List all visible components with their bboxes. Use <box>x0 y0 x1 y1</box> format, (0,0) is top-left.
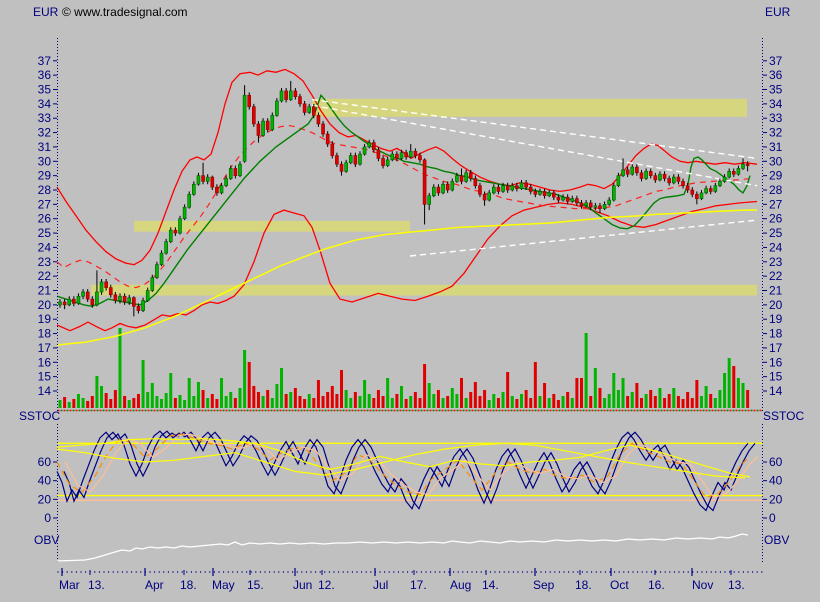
svg-text:33: 33 <box>38 111 52 125</box>
svg-text:22: 22 <box>769 269 783 283</box>
svg-text:21: 21 <box>769 283 783 297</box>
svg-text:12.: 12. <box>318 578 335 592</box>
svg-text:35: 35 <box>769 83 783 97</box>
svg-text:20: 20 <box>38 298 52 312</box>
svg-text:30: 30 <box>38 154 52 168</box>
svg-text:33: 33 <box>769 111 783 125</box>
svg-text:18: 18 <box>769 327 783 341</box>
svg-text:19: 19 <box>38 312 52 326</box>
svg-text:Jun: Jun <box>293 578 312 592</box>
svg-text:Oct: Oct <box>610 578 629 592</box>
svg-text:21: 21 <box>38 283 52 297</box>
svg-text:20: 20 <box>769 298 783 312</box>
svg-text:Mar: Mar <box>59 578 80 592</box>
svg-text:40: 40 <box>769 474 783 488</box>
obv-panel <box>57 534 748 561</box>
svg-text:26: 26 <box>769 212 783 226</box>
svg-text:Nov: Nov <box>692 578 713 592</box>
svg-text:26: 26 <box>38 212 52 226</box>
svg-text:18.: 18. <box>575 578 592 592</box>
svg-text:27: 27 <box>769 197 783 211</box>
svg-text:31: 31 <box>38 140 52 154</box>
svg-text:32: 32 <box>769 126 783 140</box>
svg-text:17.: 17. <box>410 578 427 592</box>
svg-text:37: 37 <box>38 54 52 68</box>
svg-text:18.: 18. <box>180 578 197 592</box>
svg-text:60: 60 <box>38 455 52 469</box>
svg-text:34: 34 <box>769 97 783 111</box>
svg-text:36: 36 <box>38 68 52 82</box>
svg-text:18: 18 <box>38 327 52 341</box>
svg-text:16.: 16. <box>648 578 665 592</box>
svg-text:29: 29 <box>38 169 52 183</box>
stochastic-panel: 0 0 20 20 40 40 60 60 <box>38 431 783 525</box>
svg-text:15: 15 <box>38 370 52 384</box>
svg-text:40: 40 <box>38 474 52 488</box>
svg-text:19: 19 <box>769 312 783 326</box>
svg-text:17: 17 <box>38 341 52 355</box>
svg-text:36: 36 <box>769 68 783 82</box>
svg-text:37: 37 <box>769 54 783 68</box>
svg-text:29: 29 <box>769 169 783 183</box>
volume-bars <box>59 328 750 408</box>
svg-text:16: 16 <box>38 355 52 369</box>
time-axis: Mar 13. Apr 18. May 15. Jun 12. Jul 17. Aug 14. Sep 1… <box>58 568 763 592</box>
svg-text:34: 34 <box>38 97 52 111</box>
svg-text:28: 28 <box>769 183 783 197</box>
svg-text:13.: 13. <box>728 578 745 592</box>
svg-text:32: 32 <box>38 126 52 140</box>
svg-text:0: 0 <box>769 511 776 525</box>
svg-text:35: 35 <box>38 83 52 97</box>
svg-text:25: 25 <box>769 226 783 240</box>
svg-text:23: 23 <box>38 255 52 269</box>
svg-text:30: 30 <box>769 154 783 168</box>
svg-text:May: May <box>212 578 235 592</box>
svg-text:60: 60 <box>769 455 783 469</box>
svg-text:Apr: Apr <box>145 578 164 592</box>
svg-text:24: 24 <box>38 240 52 254</box>
white-trendlines <box>312 100 757 256</box>
svg-text:16: 16 <box>769 355 783 369</box>
svg-text:23: 23 <box>769 255 783 269</box>
svg-text:0: 0 <box>44 511 51 525</box>
svg-text:14: 14 <box>769 384 783 398</box>
svg-text:20: 20 <box>769 492 783 506</box>
svg-text:15.: 15. <box>247 578 264 592</box>
svg-text:28: 28 <box>38 183 52 197</box>
svg-text:24: 24 <box>769 240 783 254</box>
price-axis: 1414151516161717181819192020212122222323… <box>38 38 783 564</box>
svg-text:15: 15 <box>769 370 783 384</box>
svg-text:31: 31 <box>769 140 783 154</box>
svg-text:13.: 13. <box>88 578 105 592</box>
svg-text:20: 20 <box>38 492 52 506</box>
svg-text:25: 25 <box>38 226 52 240</box>
svg-text:14.: 14. <box>482 578 499 592</box>
svg-text:27: 27 <box>38 197 52 211</box>
svg-text:Aug: Aug <box>450 578 471 592</box>
chart-canvas: 1414151516161717181819192020212122222323… <box>0 0 820 602</box>
svg-text:22: 22 <box>38 269 52 283</box>
svg-text:14: 14 <box>38 384 52 398</box>
svg-text:Jul: Jul <box>373 578 388 592</box>
svg-text:17: 17 <box>769 341 783 355</box>
svg-text:Sep: Sep <box>533 578 555 592</box>
tradesignal-chart-window: EUR © www.tradesignal.com EUR SSTOC SSTO… <box>0 0 820 602</box>
